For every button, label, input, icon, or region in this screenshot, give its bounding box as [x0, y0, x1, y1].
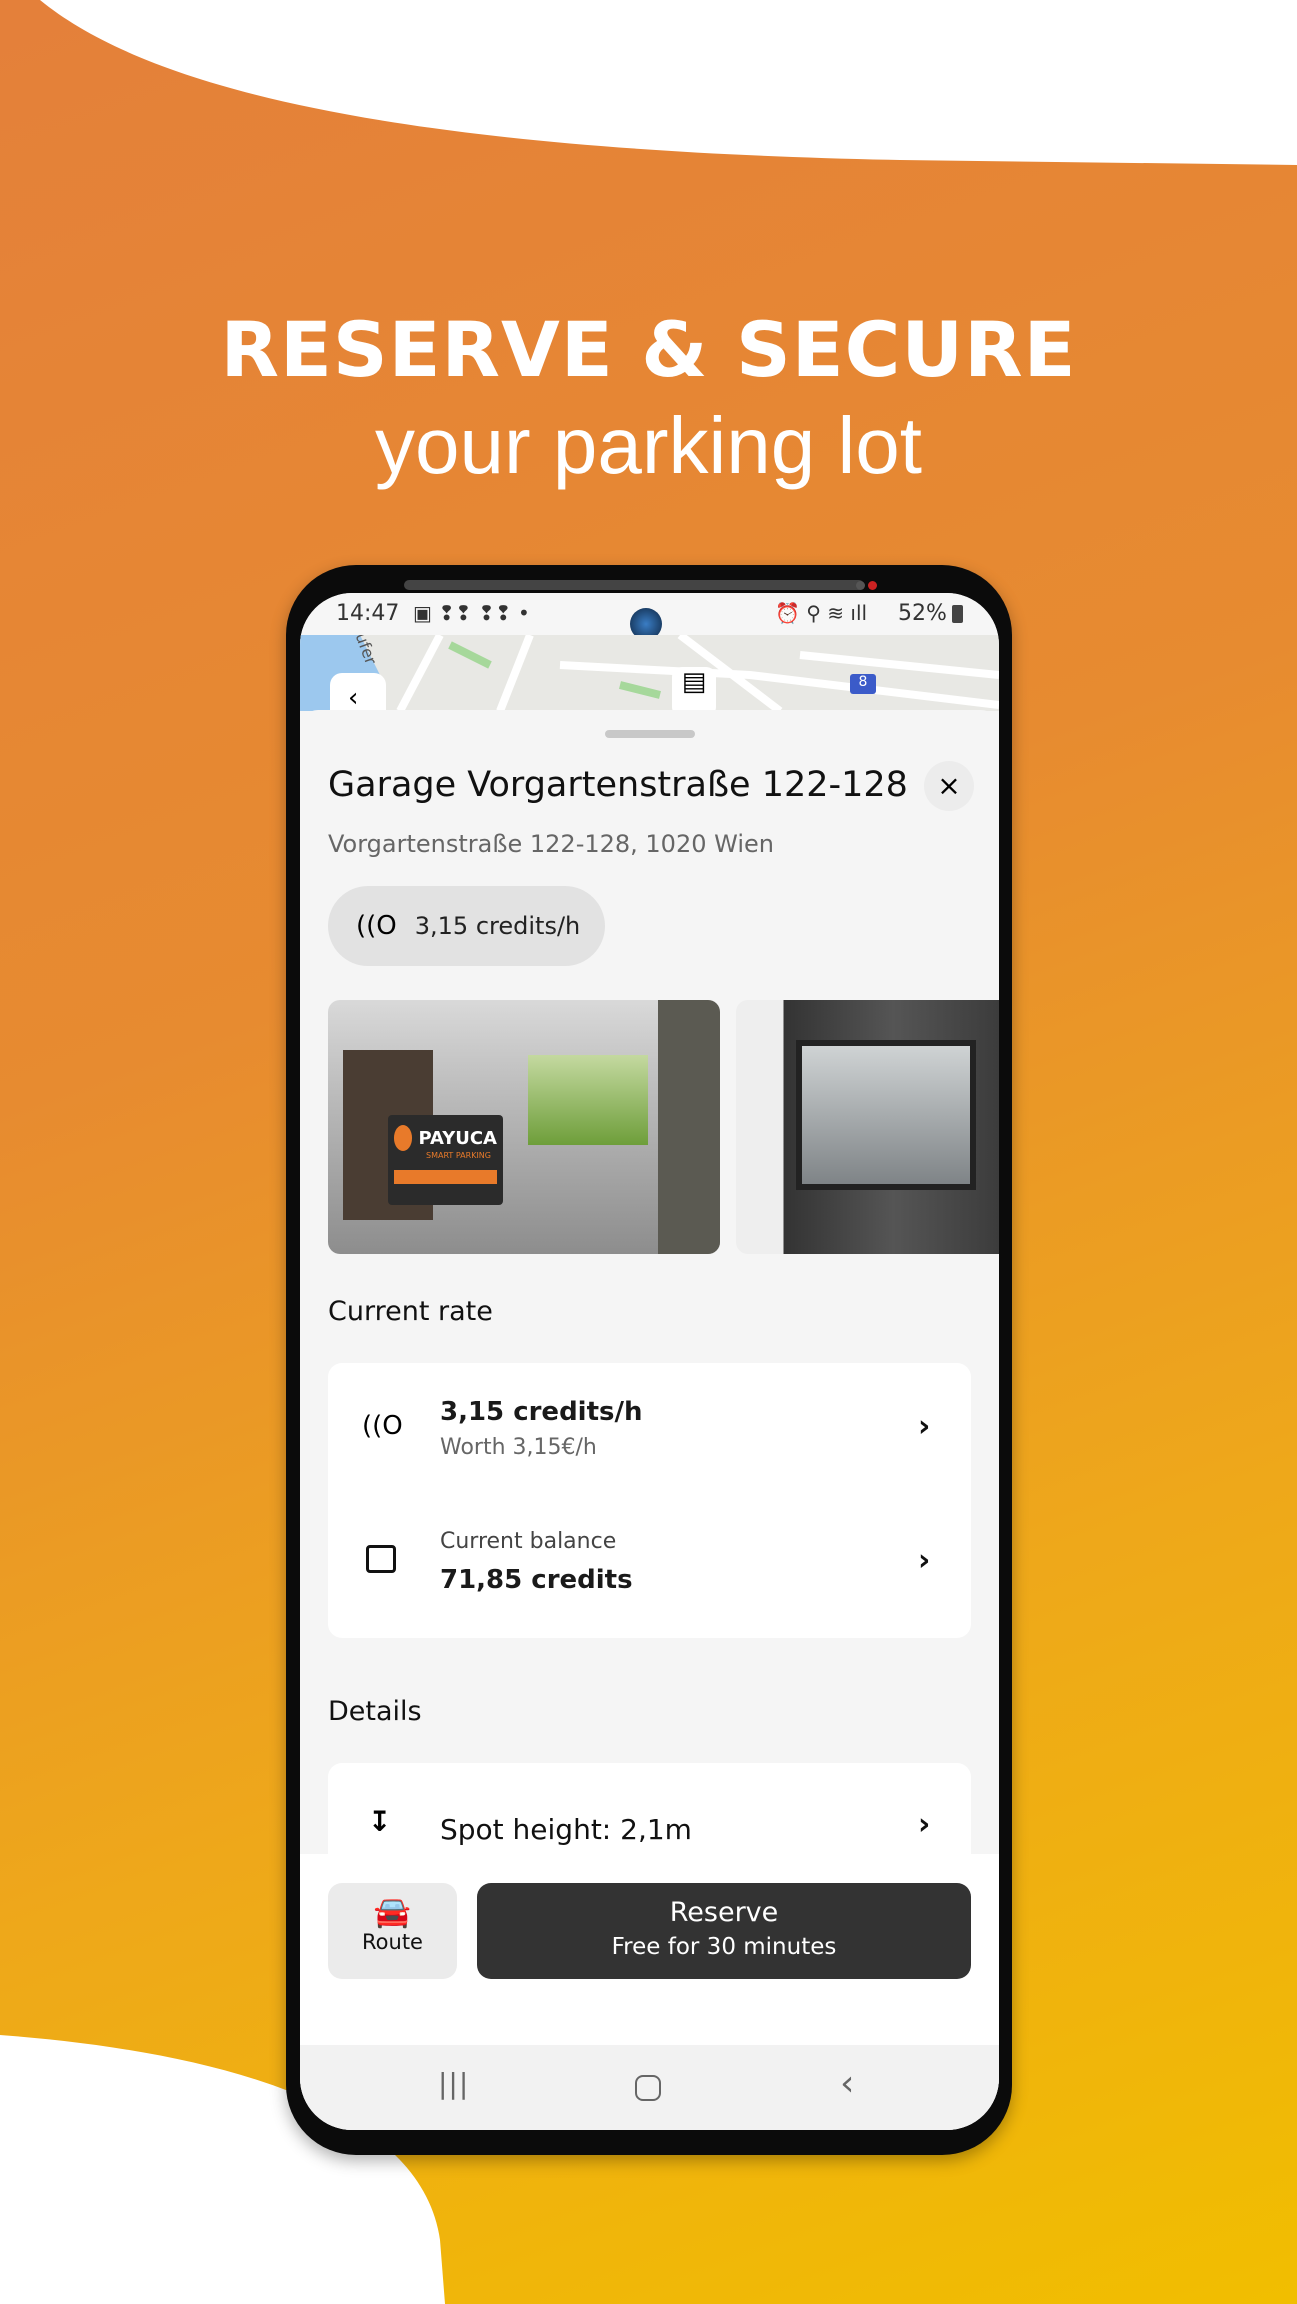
phone-sensor	[868, 581, 877, 590]
battery-icon	[952, 605, 963, 623]
map-streets	[300, 635, 999, 711]
decorative-white-wave-top	[40, 0, 1297, 165]
phone-sensor	[856, 581, 865, 590]
battery-percent: 52%	[898, 601, 947, 626]
reserve-button[interactable]: Reserve Free for 30 minutes	[477, 1883, 971, 1979]
garage-title: Garage Vorgartenstraße 122-128	[328, 765, 908, 805]
balance-row[interactable]: Current balance 71,85 credits ›	[328, 1499, 971, 1638]
phone-speaker	[404, 580, 864, 590]
promo-headline: RESERVE & SECURE	[220, 305, 1077, 394]
home-button[interactable]	[635, 2075, 661, 2101]
current-rate-heading: Current rate	[328, 1296, 493, 1327]
route-button[interactable]: 🚘 Route	[328, 1883, 457, 1979]
back-nav-button[interactable]: ‹	[840, 2063, 854, 2104]
garage-marker-icon[interactable]: ▤	[672, 667, 716, 711]
chevron-right-icon: ›	[918, 1807, 931, 1842]
current-rate-card: ((O 3,15 credits/h Worth 3,15€/h › Curre…	[328, 1363, 971, 1638]
chevron-right-icon: ›	[918, 1543, 931, 1578]
map-view[interactable]: ufer ‹ ▤ 8	[300, 635, 999, 711]
height-icon: ↧	[368, 1805, 392, 1838]
rate-row[interactable]: ((O 3,15 credits/h Worth 3,15€/h ›	[328, 1363, 971, 1499]
android-nav-bar: ||| ‹	[300, 2045, 999, 2130]
garage-photo-2[interactable]	[736, 1000, 999, 1254]
wallet-icon	[366, 1545, 396, 1573]
status-bar: 14:47 ▣ ❢❢ ❢❢ • ⏰ ⚲ ≋ ıll 52%	[300, 593, 999, 640]
rate-chip: ((O 3,15 credits/h	[328, 886, 605, 966]
garage-photo-1[interactable]: PAYUCA SMART PARKING	[328, 1000, 720, 1254]
car-icon: 🚘	[373, 1895, 412, 1930]
status-time: 14:47	[336, 601, 400, 626]
promo-subheadline: your parking lot	[375, 401, 922, 490]
notification-icons: ▣ ❢❢ ❢❢ •	[413, 601, 530, 625]
action-bar: 🚘 Route Reserve Free for 30 minutes	[300, 1854, 999, 2045]
back-button[interactable]: ‹	[330, 673, 386, 711]
phone-screen: 14:47 ▣ ❢❢ ❢❢ • ⏰ ⚲ ≋ ıll 52% ufer ‹ ▤ 8…	[300, 593, 999, 2130]
drag-handle[interactable]	[605, 730, 695, 738]
garage-address: Vorgartenstraße 122-128, 1020 Wien	[328, 830, 774, 858]
route-badge: 8	[850, 674, 876, 694]
credits-icon: ((O	[362, 1411, 403, 1441]
recent-apps-button[interactable]: |||	[438, 2067, 469, 2100]
details-heading: Details	[328, 1696, 422, 1727]
payuca-sign: PAYUCA SMART PARKING	[388, 1115, 503, 1205]
close-icon: ×	[937, 769, 961, 802]
credits-icon: ((O	[356, 911, 397, 941]
chevron-right-icon: ›	[918, 1409, 931, 1444]
close-button[interactable]: ×	[924, 761, 974, 811]
system-status-icons: ⏰ ⚲ ≋ ıll	[775, 601, 868, 625]
